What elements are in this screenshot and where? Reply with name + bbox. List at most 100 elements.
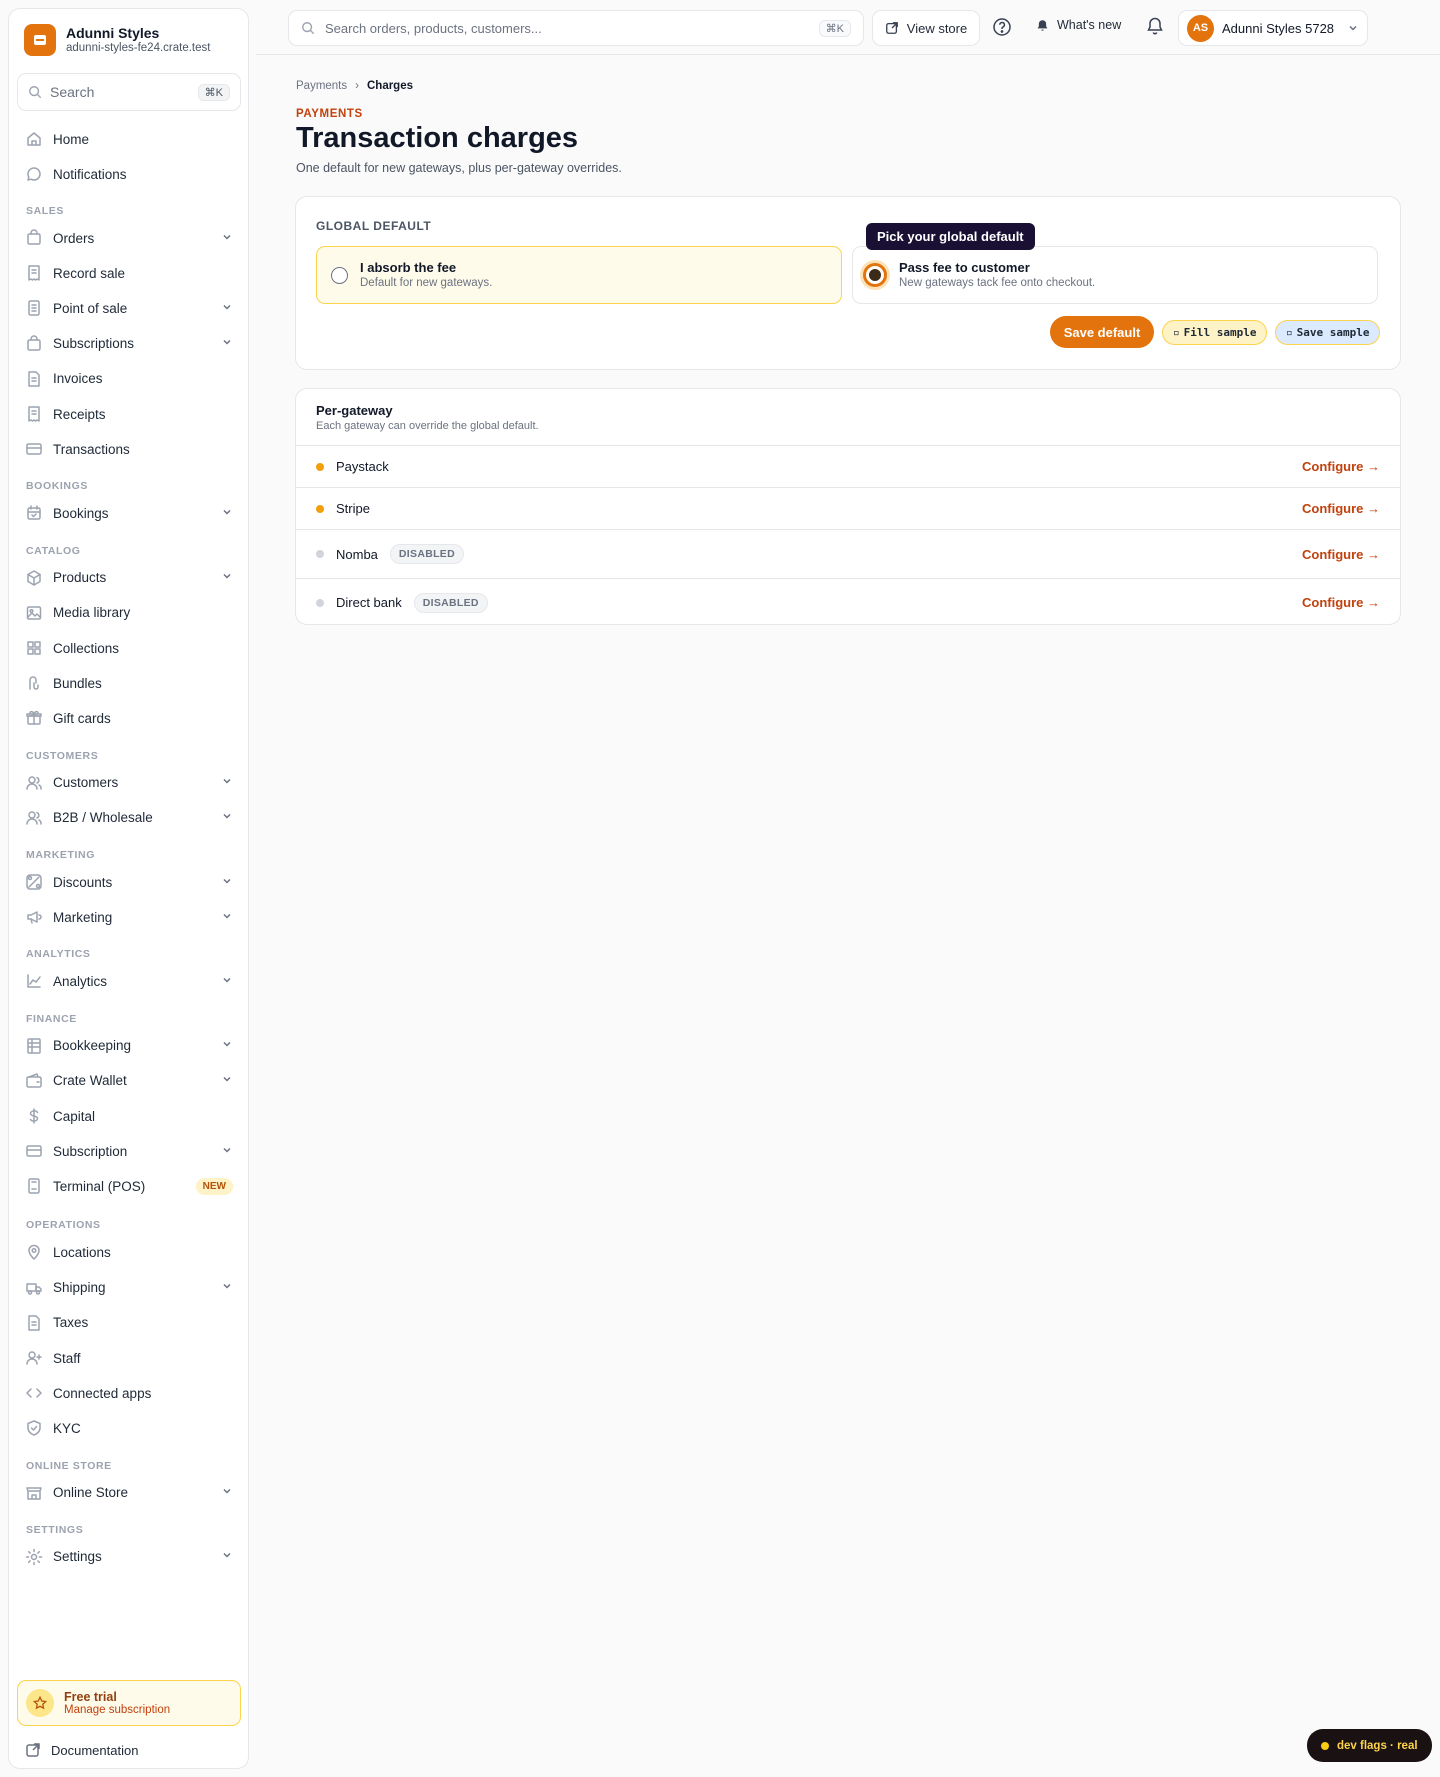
sidebar-item-b2b-wholesale[interactable]: B2B / Wholesale xyxy=(17,803,241,833)
search-icon xyxy=(302,22,315,35)
sidebar-item-label: KYC xyxy=(53,1420,81,1436)
radio-pass-fee[interactable] xyxy=(863,263,887,287)
sidebar-item-label: Notifications xyxy=(53,166,127,182)
sidebar-item-label: Analytics xyxy=(53,973,108,989)
status-badge: DISABLED xyxy=(413,592,488,613)
global-default-label: GLOBAL DEFAULT xyxy=(316,219,432,233)
save-sample-button[interactable]: ▫ Save sample xyxy=(1275,320,1381,345)
sidebar-item-kyc[interactable]: KYC xyxy=(17,1413,241,1443)
chevron-down-icon xyxy=(221,1038,233,1053)
sidebar-item-label: Crate Wallet xyxy=(53,1073,127,1089)
configure-link[interactable]: Configure → xyxy=(1302,501,1380,516)
save-default-button[interactable]: Save default xyxy=(1050,316,1154,348)
whats-new-label: What's new xyxy=(1057,18,1122,32)
configure-link[interactable]: Configure → xyxy=(1302,547,1380,562)
chevron-down-icon xyxy=(221,301,233,316)
sidebar-item-receipts[interactable]: Receipts xyxy=(17,399,241,429)
view-store-button[interactable]: View store xyxy=(872,10,980,46)
grid-icon xyxy=(25,639,43,657)
fill-sample-button[interactable]: ▫ Fill sample xyxy=(1162,320,1268,345)
sidebar-item-shipping[interactable]: Shipping xyxy=(17,1273,241,1303)
whats-new-button[interactable]: What's new xyxy=(1036,18,1121,32)
sidebar-item-discounts[interactable]: Discounts xyxy=(17,867,241,897)
sidebar-item-bookkeeping[interactable]: Bookkeeping xyxy=(17,1031,241,1061)
free-trial-card[interactable]: Free trial Manage subscription xyxy=(17,1680,241,1726)
sidebar-search[interactable]: Search ⌘K xyxy=(17,73,241,111)
sidebar-item-settings[interactable]: Settings xyxy=(17,1542,241,1572)
configure-link[interactable]: Configure → xyxy=(1302,595,1380,610)
sidebar-item-point-of-sale[interactable]: Point of sale xyxy=(17,293,241,323)
sidebar-item-connected-apps[interactable]: Connected apps xyxy=(17,1378,241,1408)
sidebar-item-locations[interactable]: Locations xyxy=(17,1237,241,1267)
global-default-card: GLOBAL DEFAULT I absorb the fee Default … xyxy=(295,196,1401,370)
sidebar-item-crate-wallet[interactable]: Crate Wallet xyxy=(17,1066,241,1096)
sidebar-item-media-library[interactable]: Media library xyxy=(17,598,241,628)
dollar-icon xyxy=(25,1107,43,1125)
dev-flags-pill[interactable]: dev flags · real xyxy=(1307,1729,1432,1762)
external-link-icon xyxy=(26,1743,40,1757)
sidebar-item-capital[interactable]: Capital xyxy=(17,1101,241,1131)
sidebar-item-label: Media library xyxy=(53,605,131,621)
gateway-name: Nomba xyxy=(336,546,378,562)
sidebar-item-notifications[interactable]: Notifications xyxy=(17,159,241,189)
sidebar-item-subscription[interactable]: Subscription xyxy=(17,1136,241,1166)
sidebar-item-bookings[interactable]: Bookings xyxy=(17,498,241,528)
sidebar-item-products[interactable]: Products xyxy=(17,563,241,593)
sidebar-item-gift-cards[interactable]: Gift cards xyxy=(17,703,241,733)
radio-absorb-fee[interactable] xyxy=(331,266,348,284)
account-menu[interactable]: AS Adunni Styles 5728 xyxy=(1178,10,1368,46)
chevron-down-icon xyxy=(221,570,233,585)
chevron-down-icon xyxy=(221,775,233,790)
sidebar-item-label: Invoices xyxy=(53,371,103,387)
help-icon[interactable] xyxy=(992,17,1014,39)
breadcrumb-parent[interactable]: Payments xyxy=(296,80,347,92)
status-dot xyxy=(316,504,324,513)
card-icon xyxy=(25,440,43,458)
sidebar-item-marketing[interactable]: Marketing xyxy=(17,902,241,932)
breadcrumb: Payments › Charges xyxy=(296,80,413,92)
terminal-icon xyxy=(25,1177,43,1195)
brand[interactable]: Adunni Styles adunni-styles-fe24.crate.t… xyxy=(24,24,210,56)
sidebar-item-record-sale[interactable]: Record sale xyxy=(17,258,241,288)
status-dot xyxy=(1321,1741,1329,1750)
sidebar-item-analytics[interactable]: Analytics xyxy=(17,966,241,996)
sidebar-item-label: Collections xyxy=(53,640,120,656)
configure-link[interactable]: Configure → xyxy=(1302,459,1380,474)
documentation-label: Documentation xyxy=(51,1742,139,1758)
chevron-down-icon xyxy=(221,336,233,351)
code-icon xyxy=(25,1384,43,1402)
sidebar-item-collections[interactable]: Collections xyxy=(17,633,241,663)
star-icon xyxy=(26,1689,54,1717)
sidebar-item-transactions[interactable]: Transactions xyxy=(17,434,241,464)
card-icon xyxy=(25,1142,43,1160)
file-icon xyxy=(25,1314,43,1332)
sidebar-item-invoices[interactable]: Invoices xyxy=(17,364,241,394)
account-name: Adunni Styles 5728 xyxy=(1222,20,1335,36)
gateway-row: Nomba DISABLED Configure → xyxy=(296,529,1400,578)
chevron-down-icon xyxy=(221,1280,233,1295)
sidebar-item-terminal-pos[interactable]: Terminal (POS) NEW xyxy=(17,1171,241,1201)
sidebar-section-heading: OPERATIONS xyxy=(26,1219,101,1232)
sidebar-item-customers[interactable]: Customers xyxy=(17,768,241,798)
option-absorb-fee[interactable]: I absorb the fee Default for new gateway… xyxy=(316,246,842,304)
sidebar-item-orders[interactable]: Orders xyxy=(17,223,241,253)
notifications-bell-icon[interactable] xyxy=(1145,16,1165,39)
sidebar-item-subscriptions[interactable]: Subscriptions xyxy=(17,329,241,359)
global-search-input[interactable]: Search orders, products, customers... ⌘K xyxy=(288,10,864,46)
status-badge: DISABLED xyxy=(389,544,464,564)
box-icon xyxy=(25,569,43,587)
chevron-down-icon xyxy=(221,875,233,890)
sidebar-item-home[interactable]: Home xyxy=(17,124,241,154)
dev-flags-label: dev flags · real xyxy=(1337,1739,1418,1752)
sidebar-item-staff[interactable]: Staff xyxy=(17,1343,241,1373)
sidebar-item-online-store[interactable]: Online Store xyxy=(17,1478,241,1508)
sidebar-section-heading: BOOKINGS xyxy=(26,480,88,493)
trial-subtitle: Manage subscription xyxy=(64,1704,171,1716)
documentation-link[interactable]: Documentation xyxy=(25,1742,138,1758)
chart-icon xyxy=(25,972,43,990)
sidebar-item-taxes[interactable]: Taxes xyxy=(17,1308,241,1338)
discount-icon xyxy=(25,873,43,891)
option-pass-fee[interactable]: Pass fee to customer New gateways tack f… xyxy=(852,246,1378,304)
status-dot xyxy=(316,598,324,607)
sidebar-item-bundles[interactable]: Bundles xyxy=(17,668,241,698)
